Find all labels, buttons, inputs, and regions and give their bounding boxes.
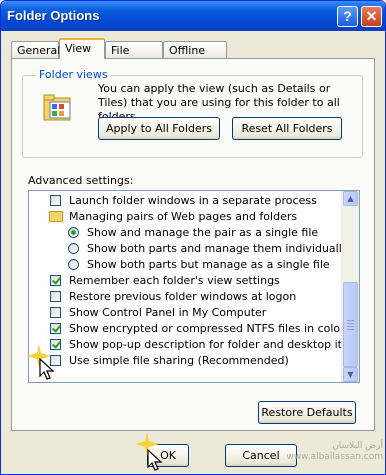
close-button[interactable]: ✕ bbox=[361, 6, 382, 27]
checkbox[interactable] bbox=[50, 323, 61, 334]
radio-button[interactable] bbox=[68, 259, 79, 270]
grip-line bbox=[347, 320, 354, 321]
title-bar[interactable]: Folder Options ? ✕ bbox=[1, 1, 385, 31]
tab-view[interactable]: View bbox=[59, 38, 105, 59]
scroll-thumb[interactable] bbox=[343, 282, 358, 367]
checkbox[interactable] bbox=[50, 275, 61, 286]
folder-options-window: Folder Options ? ✕ General View File Typ… bbox=[0, 0, 386, 475]
list-item-remember-view-settings[interactable]: Remember each folder's view settings bbox=[29, 273, 343, 289]
folder-icon bbox=[49, 211, 63, 222]
tab-file-types[interactable]: File Types bbox=[105, 41, 163, 74]
list-item-launch-separate-process[interactable]: Launch folder windows in a separate proc… bbox=[29, 193, 343, 209]
checkbox[interactable] bbox=[50, 291, 61, 302]
list-item-restore-windows-at-logon[interactable]: Restore previous folder windows at logon bbox=[29, 289, 343, 305]
restore-defaults-button[interactable]: Restore Defaults bbox=[258, 401, 356, 424]
list-item-simple-file-sharing[interactable]: Use simple file sharing (Recommended) bbox=[29, 353, 343, 369]
grip-line bbox=[347, 326, 354, 327]
apply-to-all-folders-button[interactable]: Apply to All Folders bbox=[98, 117, 220, 140]
scroll-down-arrow-icon[interactable]: ▼ bbox=[343, 367, 358, 382]
list-item-show-control-panel[interactable]: Show Control Panel in My Computer bbox=[29, 305, 343, 321]
checkbox[interactable] bbox=[50, 195, 61, 206]
checkbox[interactable] bbox=[50, 339, 61, 350]
watermark-line1: أرض البلاسان bbox=[332, 441, 383, 451]
vertical-scrollbar[interactable]: ▲ ▼ bbox=[341, 191, 359, 382]
help-icon: ? bbox=[343, 8, 352, 24]
close-icon: ✕ bbox=[365, 8, 378, 24]
list-item-both-parts-individually[interactable]: Show both parts and manage them individu… bbox=[29, 241, 348, 257]
radio-button[interactable] bbox=[68, 243, 79, 254]
list-item-both-parts-single-file[interactable]: Show both parts but manage as a single f… bbox=[29, 257, 343, 273]
grip-line bbox=[347, 323, 354, 324]
list-item-show-popup-description[interactable]: Show pop-up description for folder and d… bbox=[29, 337, 359, 353]
view-tab-panel: Folder views You can apply the view (suc… bbox=[11, 58, 375, 431]
watermark-line2: www.albailassan.com bbox=[286, 452, 383, 462]
folder-views-icon bbox=[43, 94, 71, 121]
tab-general[interactable]: General bbox=[11, 41, 60, 58]
checkbox[interactable] bbox=[50, 307, 61, 318]
scroll-up-arrow-icon[interactable]: ▲ bbox=[343, 191, 358, 206]
advanced-settings-list: Launch folder windows in a separate proc… bbox=[28, 190, 360, 383]
list-item-show-ntfs-color[interactable]: Show encrypted or compressed NTFS files … bbox=[29, 321, 345, 337]
reset-all-folders-button[interactable]: Reset All Folders bbox=[232, 117, 342, 140]
mouse-pointer-icon bbox=[39, 358, 55, 380]
advanced-settings-label: Advanced settings: bbox=[28, 174, 134, 187]
window-title: Folder Options bbox=[7, 8, 100, 23]
grip-line bbox=[347, 329, 354, 330]
radio-button[interactable] bbox=[68, 227, 79, 238]
tab-offline-files[interactable]: Offline Files bbox=[163, 41, 227, 74]
list-item-managing-pairs: Managing pairs of Web pages and folders bbox=[29, 209, 343, 225]
folder-views-legend: Folder views bbox=[36, 68, 111, 81]
mouse-pointer-icon bbox=[147, 449, 163, 471]
help-button[interactable]: ? bbox=[337, 6, 358, 27]
watermark: أرض البلاسان www.albailassan.com bbox=[283, 441, 383, 463]
list-item-pair-single-file[interactable]: Show and manage the pair as a single fil… bbox=[29, 225, 343, 241]
